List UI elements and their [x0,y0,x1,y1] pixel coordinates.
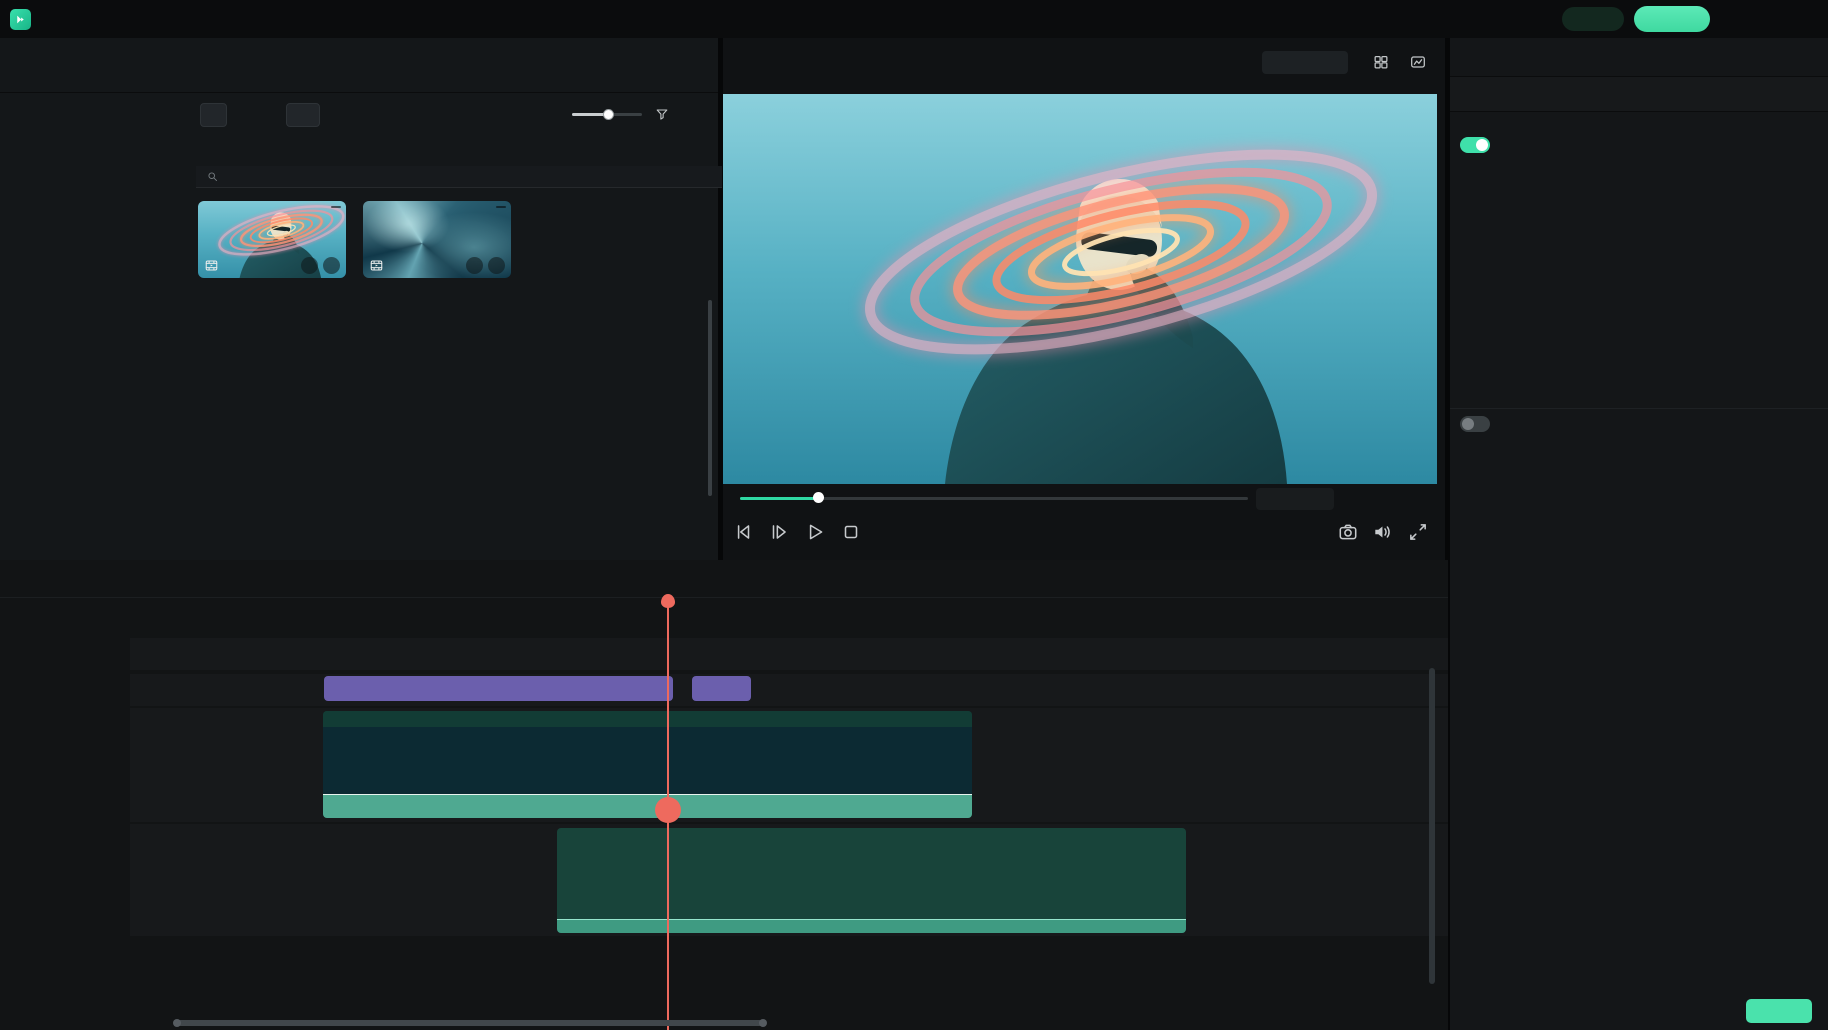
preview-frame-art [723,94,1437,484]
timeline-horizontal-scrollbar[interactable] [175,1020,765,1026]
compositing-toggle[interactable] [1460,416,1490,432]
video-clip-icon [369,258,384,273]
track-headers [0,627,130,1030]
video-clip-waveform [323,794,972,818]
audio-waveform [557,842,1186,916]
compositing-header [1460,411,1818,437]
video-clip-icon [204,258,219,273]
timeline-video-clip[interactable] [323,711,972,818]
scopes-icon[interactable] [1409,53,1427,71]
transform-toggle[interactable] [1460,137,1490,153]
title-bar [0,0,1828,38]
duration-badge [331,206,341,208]
video-clip-filmstrip [323,727,972,794]
volume-icon[interactable] [1372,521,1394,543]
card-add-icon[interactable] [323,257,340,274]
stop-button[interactable] [840,521,862,543]
record-dropdown[interactable] [286,103,320,127]
seek-bar-fill [740,497,818,500]
media-card-texture[interactable] [363,201,511,278]
timeline-panel [0,560,1448,1030]
video-clip-header [323,711,972,727]
search-bar[interactable] [196,166,722,188]
comment-bubble[interactable] [324,676,673,701]
advance-button[interactable] [1746,999,1812,1023]
property-subtabs [1450,76,1828,112]
quality-dropdown[interactable] [1262,51,1348,74]
audio-volume-band[interactable] [557,919,1186,933]
export-button[interactable] [1634,6,1710,32]
selector-dropdown[interactable] [200,103,227,127]
player-panel [723,38,1445,560]
layout-grid-icon[interactable] [1372,53,1390,71]
play-button[interactable] [804,521,826,543]
snapshot-icon[interactable] [1337,521,1359,543]
timeline-vertical-scrollbar[interactable] [1429,668,1435,984]
previous-frame-button[interactable] [732,521,754,543]
properties-panel [1450,38,1828,1030]
comment-bubble[interactable] [692,676,751,701]
filmora-window [0,0,1828,1030]
playhead-handle[interactable] [661,594,675,608]
card-settings-icon[interactable] [301,257,318,274]
playhead-split-button[interactable] [655,797,681,823]
card-settings-icon[interactable] [466,257,483,274]
timeline-audio-clip[interactable] [557,828,1186,933]
media-scrollbar[interactable] [708,300,712,496]
step-frame-button[interactable] [768,521,790,543]
duration-badge [496,206,506,208]
timeline-ruler[interactable] [110,597,1448,627]
track-lane[interactable] [130,638,1448,670]
media-panel [0,38,718,560]
login-button[interactable] [1562,7,1624,31]
media-toolbar [196,95,710,135]
filter-funnel-icon[interactable] [654,106,670,122]
media-card-video[interactable] [198,201,346,278]
timeline-toolbar [0,560,1448,598]
thumbnail-size-slider[interactable] [572,113,642,116]
transform-header [1460,132,1818,158]
current-timecode [1256,488,1334,510]
app-logo-icon [10,9,31,30]
search-icon [206,170,219,183]
card-add-icon[interactable] [488,257,505,274]
seek-handle[interactable] [813,492,824,503]
video-preview[interactable] [723,94,1437,484]
fullscreen-icon[interactable] [1407,521,1429,543]
